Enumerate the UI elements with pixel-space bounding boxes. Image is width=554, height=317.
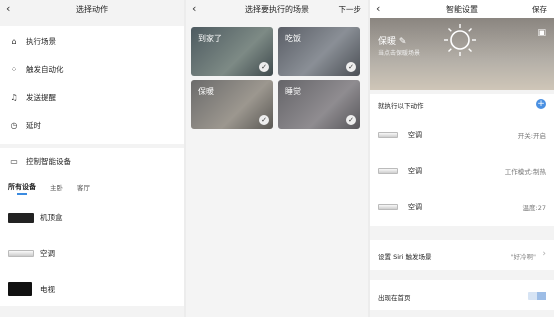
action-device: 空调 [408, 203, 422, 211]
action-label: 发送提醒 [26, 93, 56, 102]
action-value: 工作模式:制热 [504, 168, 546, 176]
action-send-reminder[interactable]: ♫ 发送提醒 [8, 92, 56, 103]
scene-card-dinner[interactable]: 吃饭 ✓ [278, 27, 360, 76]
air-conditioner-icon [378, 168, 398, 174]
add-action-button[interactable]: + [536, 99, 546, 109]
control-label: 控制智能设备 [26, 157, 71, 166]
action-device: 空调 [408, 131, 422, 139]
check-icon: ✓ [346, 115, 356, 125]
page-title: 选择动作 [76, 4, 108, 14]
scene-hint: 当点击保暖场景 [378, 50, 421, 57]
device-tabs: 所有设备 主卧 客厅 [8, 182, 104, 195]
action-row[interactable]: 空调 开关:开启 [378, 130, 546, 140]
action-value: 温度:27 [522, 204, 546, 212]
settop-box-icon [8, 212, 34, 223]
action-row[interactable]: 空调 温度:27 [378, 202, 546, 212]
tab-all-devices[interactable]: 所有设备 [8, 182, 36, 195]
action-device: 空调 [408, 167, 422, 175]
device-label: 空调 [40, 249, 55, 258]
exec-label: 就执行以下动作 [378, 102, 424, 110]
smart-settings-panel: ‹ 智能设置 保存 保暖 ✎ 当点击保暖场景 ▣ 就执行以下动作 + 空调 开关… [370, 0, 554, 317]
page-title: 选择要执行的场景 [245, 4, 309, 14]
page-title: 智能设置 [446, 4, 478, 14]
next-button[interactable]: 下一步 [339, 4, 362, 15]
chevron-right-icon: › [542, 249, 546, 259]
scene-label: 吃饭 [285, 34, 301, 43]
scene-card-home[interactable]: 到家了 ✓ [191, 27, 273, 76]
check-icon: ✓ [259, 62, 269, 72]
device-tv[interactable]: 电视 [8, 282, 55, 296]
home-icon: ⌂ [11, 37, 17, 46]
clock-icon: ◷ [10, 121, 18, 130]
header: ‹ 选择要执行的场景 下一步 [186, 0, 368, 18]
back-icon[interactable]: ‹ [376, 2, 380, 16]
check-icon: ✓ [259, 115, 269, 125]
action-trigger-automation[interactable]: ⁘ 触发自动化 [8, 64, 64, 75]
control-smart-device[interactable]: ▭ 控制智能设备 [8, 156, 71, 167]
scene-label: 到家了 [198, 34, 222, 43]
image-icon[interactable]: ▣ [537, 28, 546, 38]
scene-card-sleep[interactable]: 睡觉 ✓ [278, 80, 360, 129]
select-action-panel: ‹ 选择动作 ⌂ 执行场景 ⁘ 触发自动化 ♫ 发送提醒 ◷ 延时 ▭ 控制智能… [0, 0, 184, 317]
action-row[interactable]: 空调 工作模式:制热 [378, 166, 546, 176]
action-label: 触发自动化 [26, 65, 64, 74]
siri-value: "好冷啊" [510, 253, 536, 261]
scene-card-warm[interactable]: 保暖 ✓ [191, 80, 273, 129]
action-delay[interactable]: ◷ 延时 [8, 120, 42, 131]
action-label: 执行场景 [26, 37, 56, 46]
tv-icon [8, 282, 32, 296]
action-list: ⌂ 执行场景 ⁘ 触发自动化 ♫ 发送提醒 ◷ 延时 [0, 26, 184, 144]
tab-living-room[interactable]: 客厅 [77, 182, 90, 192]
select-scene-panel: ‹ 选择要执行的场景 下一步 到家了 ✓ 吃饭 ✓ 保暖 ✓ 睡觉 ✓ [186, 0, 368, 317]
home-visibility-row: 出现在首页 [370, 280, 554, 310]
device-label: 机顶盒 [40, 213, 63, 222]
air-conditioner-icon [378, 132, 398, 138]
check-icon: ✓ [346, 62, 356, 72]
back-icon[interactable]: ‹ [192, 2, 196, 16]
scene-hero: 保暖 ✎ 当点击保暖场景 ▣ [370, 18, 554, 90]
siri-row[interactable]: 设置 Siri 触发场景 "好冷啊" › [370, 240, 554, 270]
home-toggle[interactable] [528, 292, 546, 300]
air-conditioner-icon [8, 250, 34, 257]
device-air-conditioner[interactable]: 空调 [8, 248, 55, 259]
save-button[interactable]: 保存 [532, 4, 547, 15]
tab-master-bedroom[interactable]: 主卧 [50, 182, 63, 192]
header: ‹ 智能设置 保存 [370, 0, 554, 18]
air-conditioner-icon [378, 204, 398, 210]
device-settop-box[interactable]: 机顶盒 [8, 212, 63, 223]
device-icon: ▭ [10, 157, 18, 166]
action-label: 延时 [26, 121, 41, 130]
device-label: 电视 [40, 284, 55, 294]
action-value: 开关:开启 [517, 132, 546, 140]
actions-section: 就执行以下动作 + 空调 开关:开启 空调 工作模式:制热 空调 温度:27 [370, 94, 554, 226]
siri-label: 设置 Siri 触发场景 [378, 253, 432, 261]
sun-icon [444, 24, 476, 56]
scene-label: 睡觉 [285, 87, 301, 96]
action-run-scene[interactable]: ⌂ 执行场景 [8, 36, 56, 47]
scene-name-text: 保暖 [378, 37, 397, 47]
header: ‹ 选择动作 [0, 0, 184, 18]
home-label: 出现在首页 [378, 294, 411, 302]
edit-icon: ✎ [398, 37, 407, 47]
scene-label: 保暖 [198, 87, 214, 96]
back-icon[interactable]: ‹ [6, 2, 10, 16]
automation-icon: ⁘ [10, 65, 18, 74]
scene-name[interactable]: 保暖 ✎ [378, 34, 406, 47]
bell-icon: ♫ [10, 93, 18, 102]
